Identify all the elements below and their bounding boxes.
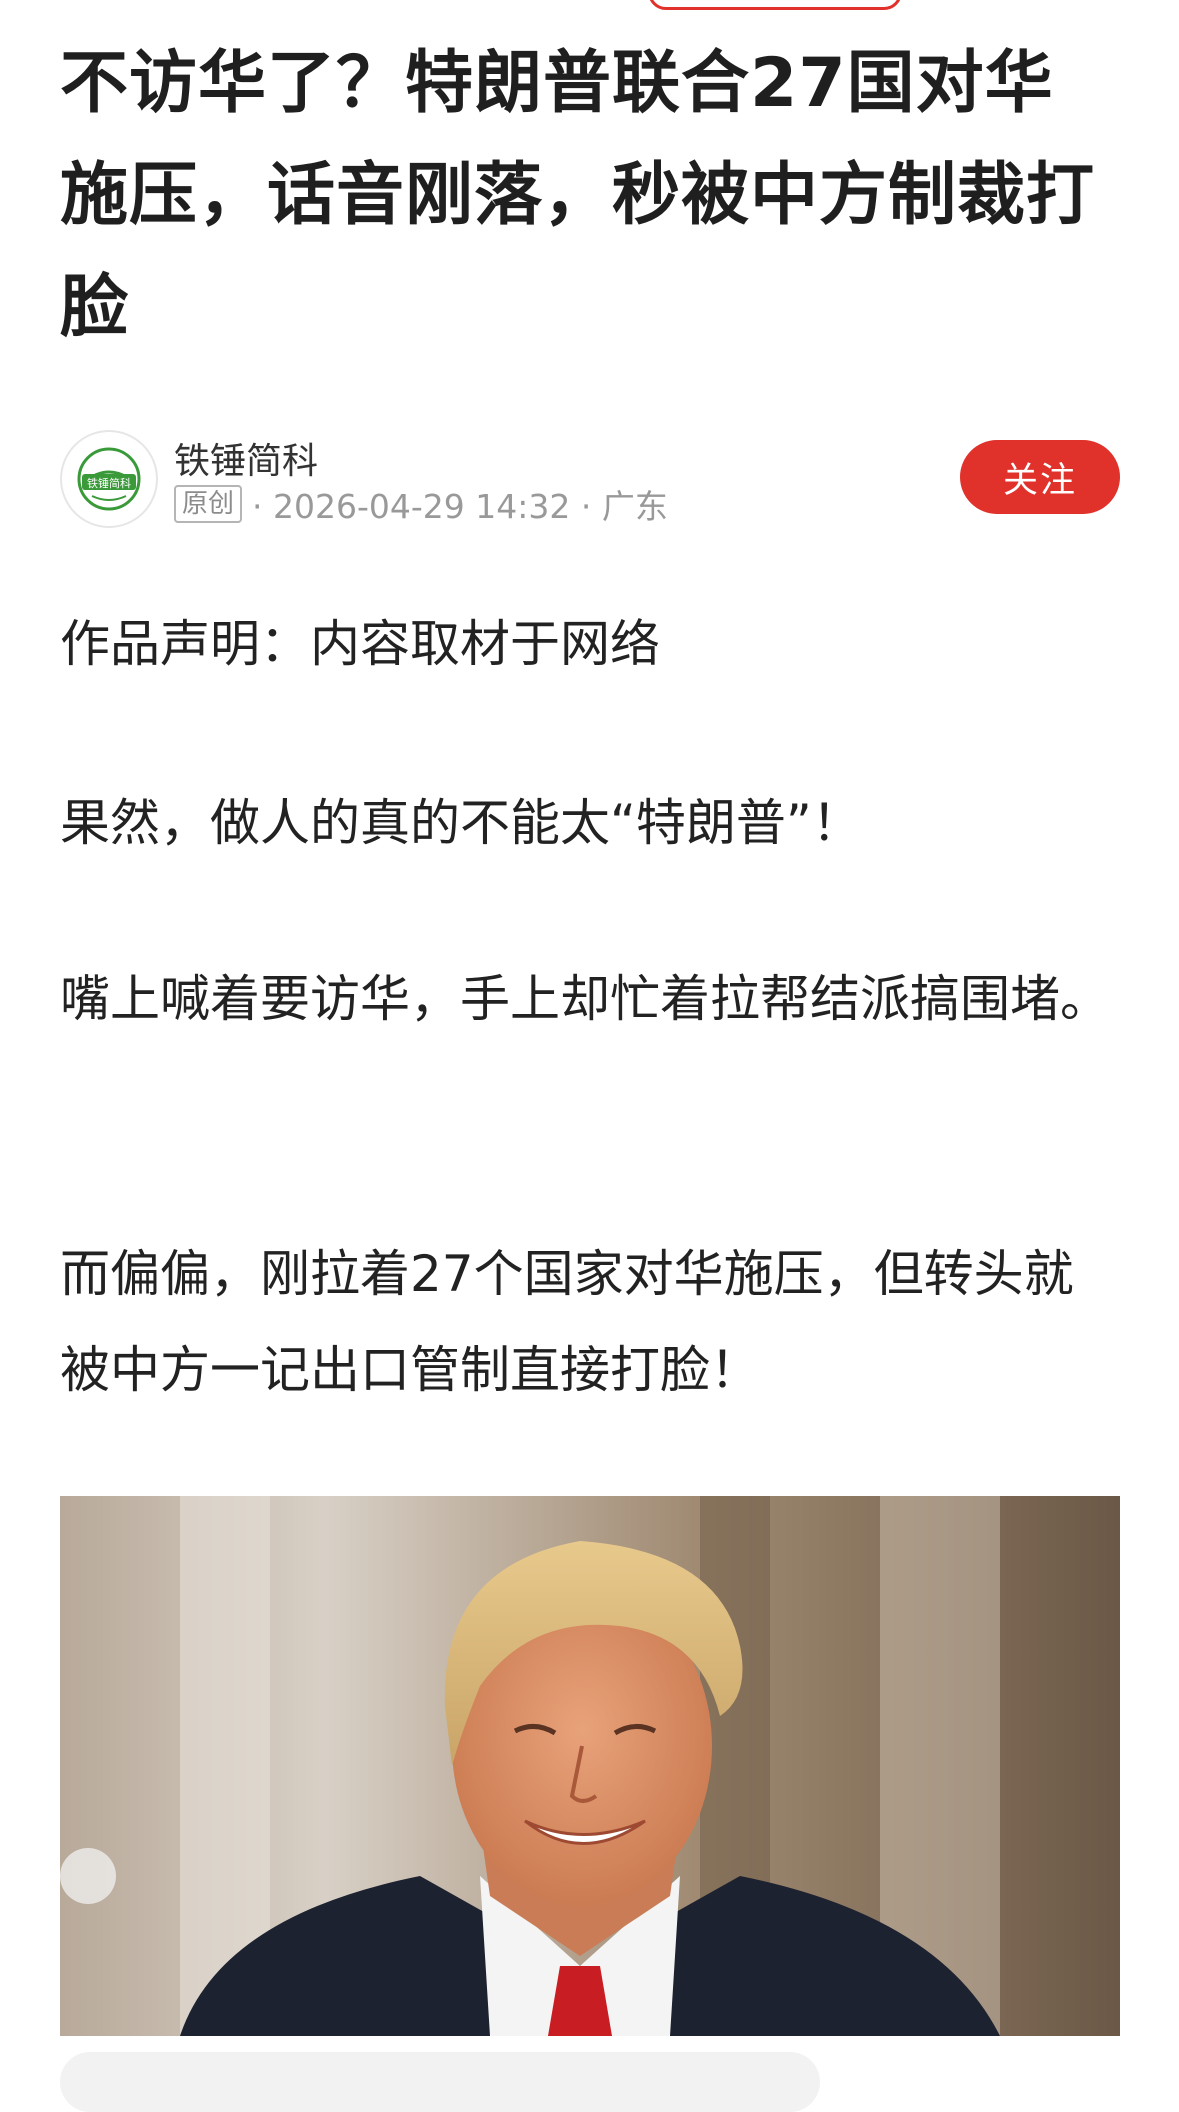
avatar-logo-icon: 铁锤简科 bbox=[77, 447, 141, 511]
article-meta: 原创 · 2026-04-29 14:32 · 广东 bbox=[174, 482, 668, 526]
avatar-text: 铁锤简科 bbox=[87, 476, 131, 490]
article-photo[interactable] bbox=[60, 1496, 1120, 2036]
publish-info: · 2026-04-29 14:32 · 广东 bbox=[252, 487, 668, 526]
article-title: 不访华了？特朗普联合27国对华施压，话音刚落，秒被中方制裁打脸 bbox=[60, 44, 1096, 347]
paragraph-2: 嘴上喊着要访华，手上却忙着拉帮结派搞围堵。 bbox=[60, 970, 1110, 1028]
author-avatar[interactable]: 铁锤简科 bbox=[60, 430, 158, 528]
author-name[interactable]: 铁锤简科 bbox=[174, 432, 318, 484]
follow-button[interactable]: 关注 bbox=[960, 440, 1120, 514]
original-badge: 原创 bbox=[174, 485, 243, 523]
top-tab-outline[interactable] bbox=[648, 0, 902, 10]
bottom-bar bbox=[60, 2052, 820, 2112]
paragraph-declaration: 作品声明：内容取材于网络 bbox=[60, 615, 660, 673]
paragraph-3: 而偏偏，刚拉着27个国家对华施压，但转头就被中方一记出口管制直接打脸！ bbox=[60, 1245, 1074, 1399]
author-row: 铁锤简科 铁锤简科 原创 · 2026-04-29 14:32 · 广东 关注 bbox=[60, 430, 1120, 530]
paragraph-1: 果然，做人的真的不能太“特朗普”！ bbox=[60, 794, 862, 852]
